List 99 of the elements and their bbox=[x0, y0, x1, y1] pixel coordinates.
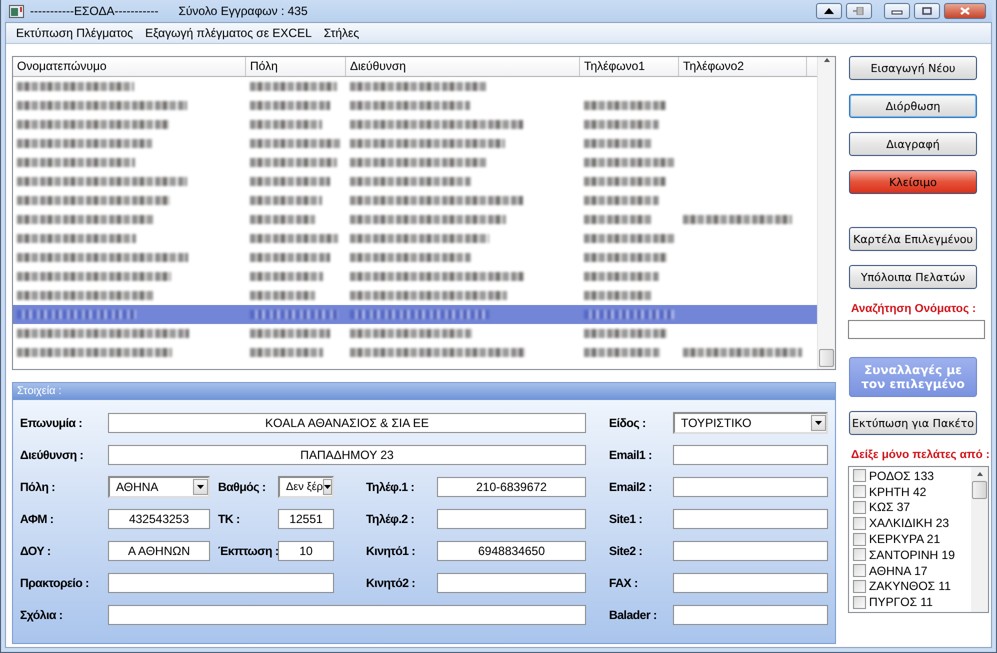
field-label: Site1 : bbox=[608, 512, 644, 526]
checkbox[interactable] bbox=[853, 580, 866, 593]
field-label: Email2 : bbox=[608, 480, 653, 494]
checkbox[interactable] bbox=[853, 596, 866, 609]
input-field[interactable] bbox=[673, 445, 828, 465]
panel-title: Στοιχεία : bbox=[13, 383, 835, 400]
selected-row[interactable] bbox=[13, 305, 818, 324]
column-header[interactable]: Πόλη bbox=[246, 57, 346, 76]
maximize-button[interactable] bbox=[914, 3, 940, 19]
field-label: Κινητό1 : bbox=[365, 544, 416, 558]
dropdown[interactable]: ΑΘΗΝΑ bbox=[108, 476, 210, 498]
action-button[interactable]: Υπόλοιπα Πελατών bbox=[849, 265, 977, 289]
scrollbar-thumb[interactable] bbox=[972, 481, 987, 499]
field-label: Balader : bbox=[608, 608, 658, 622]
dropdown-arrow-icon bbox=[197, 485, 204, 489]
field-label: Έκπτωση : bbox=[217, 544, 278, 558]
action-button[interactable]: Διαγραφή bbox=[849, 132, 977, 156]
scroll-up-icon[interactable] bbox=[822, 57, 830, 63]
record-count: Σύνολο Εγγραφων : 435 bbox=[178, 4, 308, 18]
input-field[interactable] bbox=[437, 509, 586, 529]
checkbox-label[interactable]: ΚΕΡΚΥΡΑ 21 bbox=[869, 532, 940, 546]
input-field[interactable] bbox=[673, 605, 828, 625]
menu-item[interactable]: Στήλες bbox=[318, 26, 366, 40]
window-title: -----------ΕΣΟΔΑ----------- bbox=[30, 4, 158, 18]
input-field[interactable] bbox=[673, 509, 828, 529]
action-button[interactable]: Καρτέλα Επιλεγμένου bbox=[849, 227, 977, 251]
close-icon bbox=[959, 7, 971, 15]
dropdown-arrow-icon bbox=[815, 421, 822, 425]
checkbox-label[interactable]: ΠΥΡΓΟΣ 11 bbox=[869, 595, 933, 610]
field-label: Διεύθυνση : bbox=[20, 448, 84, 462]
input-field[interactable]: 432543253 bbox=[108, 509, 210, 529]
checkbox-label[interactable]: ΡΟΔΟΣ 133 bbox=[869, 468, 934, 483]
scrollbar-thumb[interactable] bbox=[819, 349, 834, 367]
input-field[interactable]: KOALA ΑΘΑΝΑΣΙΟΣ & ΣΙΑ ΕΕ bbox=[108, 413, 586, 433]
pin-icon bbox=[853, 7, 865, 15]
input-field[interactable] bbox=[437, 573, 586, 593]
input-field[interactable]: 10 bbox=[278, 541, 334, 561]
checkbox-label[interactable]: ΚΩΣ 37 bbox=[869, 500, 910, 514]
field-label: Κινητό2 : bbox=[365, 576, 416, 590]
input-field[interactable] bbox=[673, 573, 828, 593]
checkbox[interactable] bbox=[853, 485, 866, 498]
dropdown[interactable]: Δεν ξέρ bbox=[278, 476, 334, 498]
input-field[interactable]: 210-6839672 bbox=[437, 477, 586, 497]
column-header[interactable]: Ονοματεπώνυμο bbox=[13, 57, 246, 76]
field-label: Επωνυμία : bbox=[20, 416, 84, 430]
input-field[interactable]: ΠΑΠΑΔΗΜΟΥ 23 bbox=[108, 445, 586, 465]
input-field[interactable]: 6948834650 bbox=[437, 541, 586, 561]
action-button[interactable]: Κλείσιμο bbox=[849, 170, 977, 194]
field-label: Πρακτορείο : bbox=[20, 576, 90, 590]
checkbox-label[interactable]: ΣΑΝΤΟΡΙΝΗ 19 bbox=[869, 548, 955, 562]
input-field[interactable] bbox=[108, 605, 586, 625]
field-label: FAX : bbox=[608, 576, 639, 590]
field-label: ΔΟΥ : bbox=[20, 544, 52, 558]
menu-item[interactable]: Εκτύπωση Πλέγματος bbox=[10, 26, 140, 40]
field-label: ΑΦΜ : bbox=[20, 512, 55, 526]
field-label: Site2 : bbox=[608, 544, 644, 558]
input-field[interactable] bbox=[108, 573, 334, 593]
checkbox[interactable] bbox=[853, 469, 866, 482]
dropdown-arrow-icon bbox=[324, 485, 331, 489]
triangle-up-icon bbox=[823, 7, 835, 15]
field-label: ΤΚ : bbox=[217, 512, 241, 526]
action-button[interactable]: Διόρθωση bbox=[849, 94, 977, 118]
section-heading: Αναζήτηση Ονόματος : bbox=[851, 303, 976, 315]
close-button[interactable] bbox=[944, 3, 986, 19]
action-button[interactable]: Εισαγωγή Νέου bbox=[849, 56, 977, 80]
field-label: Τηλέφ.1 : bbox=[365, 480, 416, 494]
scroll-up-icon[interactable] bbox=[976, 471, 984, 477]
dropdown[interactable]: ΤΟΥΡΙΣΤΙΚΟ bbox=[673, 412, 828, 434]
section-heading: Δείξε μόνο πελάτες από : bbox=[851, 449, 990, 461]
input-field[interactable]: 12551 bbox=[278, 509, 334, 529]
field-label: Τηλέφ.2 : bbox=[365, 512, 416, 526]
checkbox-label[interactable]: ΚΡΗΤΗ 42 bbox=[869, 484, 926, 499]
checkbox[interactable] bbox=[853, 516, 866, 530]
field-label: Είδος : bbox=[608, 416, 647, 430]
column-header[interactable]: Τηλέφωνο2 bbox=[679, 57, 807, 76]
checkbox-label[interactable]: ΑΘΗΝΑ 17 bbox=[869, 564, 928, 578]
menu-item[interactable]: Εξαγωγή πλέγματος σε EXCEL bbox=[139, 26, 318, 40]
column-header[interactable]: Διεύθυνση bbox=[346, 57, 580, 76]
checkbox[interactable] bbox=[853, 500, 866, 514]
column-header[interactable]: Τηλέφωνο1 bbox=[580, 57, 679, 76]
field-label: Email1 : bbox=[608, 448, 653, 462]
input-field[interactable] bbox=[673, 477, 828, 497]
checkbox[interactable] bbox=[853, 564, 866, 578]
field-label: Σχόλια : bbox=[20, 608, 64, 622]
maximize-icon bbox=[921, 7, 933, 15]
field-label: Πόλη : bbox=[20, 480, 56, 494]
input-field[interactable] bbox=[673, 541, 828, 561]
checkbox-label[interactable]: ΖΑΚΥΝΘΟΣ 11 bbox=[869, 579, 951, 594]
checkbox-label[interactable]: ΧΑΛΚΙΔΙΚΗ 23 bbox=[869, 516, 950, 530]
action-button[interactable]: Εκτύπωση για Πακέτο bbox=[849, 411, 977, 435]
app-icon bbox=[9, 4, 24, 18]
search-field[interactable] bbox=[848, 320, 985, 339]
pin-button[interactable] bbox=[846, 3, 872, 19]
input-field[interactable]: Α ΑΘΗΝΩΝ bbox=[108, 541, 210, 561]
collapse-button[interactable] bbox=[816, 3, 842, 19]
field-label: Βαθμός : bbox=[217, 480, 267, 494]
checkbox[interactable] bbox=[853, 548, 866, 562]
minimize-button[interactable] bbox=[884, 3, 910, 19]
checkbox[interactable] bbox=[853, 532, 866, 546]
